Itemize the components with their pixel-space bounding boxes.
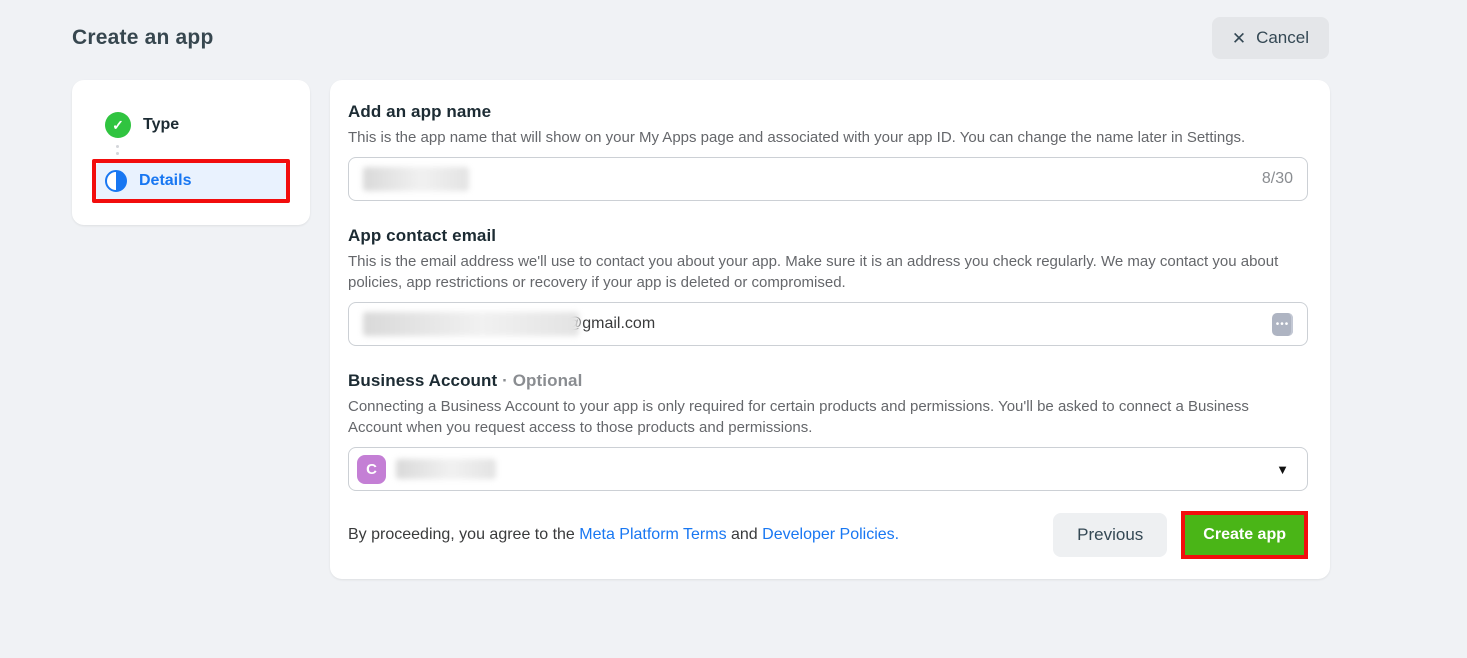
step-connector-dots [92, 140, 290, 159]
contact-email-label: App contact email [348, 226, 1308, 246]
cancel-button[interactable]: ✕ Cancel [1212, 17, 1329, 59]
business-account-section: Business Account · Optional Connecting a… [348, 371, 1308, 491]
business-avatar: C [357, 455, 386, 484]
app-name-input[interactable]: 8/30 [348, 157, 1308, 201]
cancel-label: Cancel [1256, 28, 1309, 48]
caret-down-icon: ▼ [1276, 462, 1289, 477]
page-title: Create an app [72, 26, 213, 50]
previous-button[interactable]: Previous [1053, 513, 1167, 557]
autofill-extension-icon[interactable]: ••• [1272, 313, 1293, 336]
annotation-box-create-app: Create app [1181, 511, 1308, 559]
form-footer: By proceeding, you agree to the Meta Pla… [348, 511, 1308, 559]
content: ✓ Type Details Add an app name This is t… [0, 72, 1467, 579]
create-app-button[interactable]: Create app [1185, 515, 1304, 555]
optional-badge: · Optional [502, 371, 582, 390]
step-details-label: Details [139, 172, 191, 190]
check-icon: ✓ [105, 112, 131, 138]
step-type-label: Type [143, 116, 179, 134]
redacted-business-name [396, 459, 496, 479]
app-name-label: Add an app name [348, 102, 1308, 122]
step-type[interactable]: ✓ Type [92, 110, 290, 140]
close-icon: ✕ [1232, 30, 1246, 47]
business-account-description: Connecting a Business Account to your ap… [348, 396, 1293, 438]
app-name-char-counter: 8/30 [1262, 170, 1293, 188]
step-details[interactable]: Details [96, 163, 286, 199]
contact-email-input[interactable]: @gmail.com ••• [348, 302, 1308, 346]
create-app-page: Create an app ✕ Cancel ✓ Type Details Ad… [0, 0, 1467, 658]
half-circle-progress-icon [105, 170, 127, 192]
meta-platform-terms-link[interactable]: Meta Platform Terms [579, 526, 726, 543]
annotation-box-details: Details [92, 159, 290, 203]
topbar: Create an app ✕ Cancel [0, 0, 1467, 72]
contact-email-section: App contact email This is the email addr… [348, 226, 1308, 346]
email-domain-text: @gmail.com [566, 315, 655, 333]
business-account-label: Business Account · Optional [348, 371, 1308, 391]
footer-actions: Previous Create app [1053, 511, 1308, 559]
app-name-section: Add an app name This is the app name tha… [348, 102, 1308, 201]
agreement-text: By proceeding, you agree to the Meta Pla… [348, 526, 899, 544]
developer-policies-link[interactable]: Developer Policies. [762, 526, 899, 543]
redacted-email-local-part [363, 312, 579, 336]
business-account-dropdown[interactable]: C ▼ [348, 447, 1308, 491]
redacted-app-name-value [363, 167, 469, 191]
steps-card: ✓ Type Details [72, 80, 310, 225]
details-form-card: Add an app name This is the app name tha… [330, 80, 1330, 579]
app-name-description: This is the app name that will show on y… [348, 127, 1293, 148]
contact-email-description: This is the email address we'll use to c… [348, 251, 1293, 293]
